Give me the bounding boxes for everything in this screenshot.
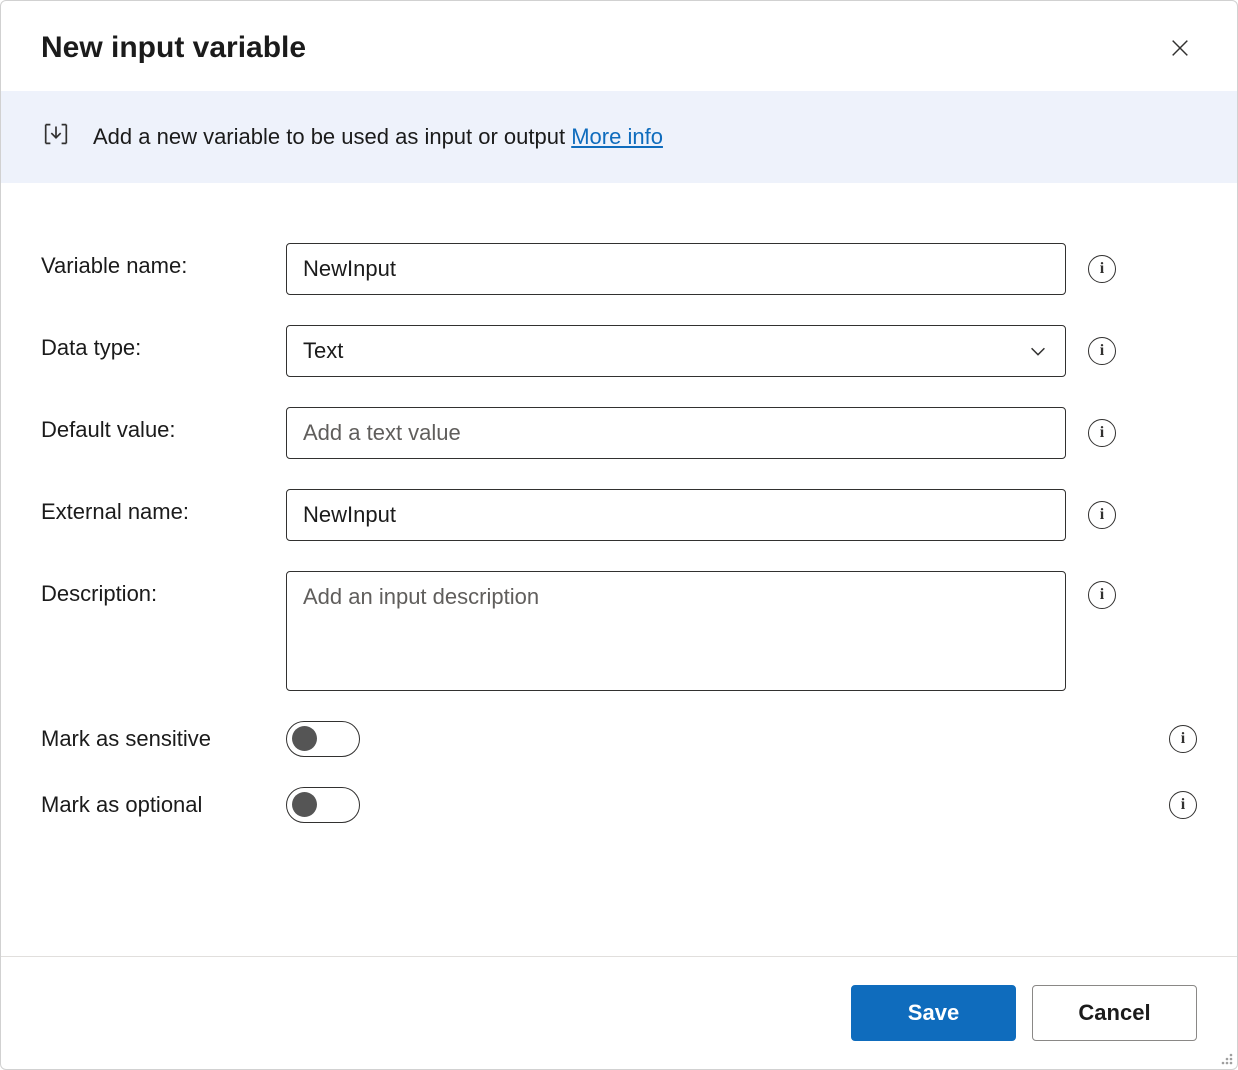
variable-name-input[interactable] [286, 243, 1066, 295]
info-icon[interactable]: i [1088, 337, 1116, 365]
new-input-variable-dialog: New input variable Add a new variable to… [0, 0, 1238, 1070]
external-name-input[interactable] [286, 489, 1066, 541]
input-variable-icon [41, 119, 71, 155]
row-variable-name: Variable name: i [41, 243, 1197, 295]
label-mark-sensitive: Mark as sensitive [41, 726, 286, 752]
info-icon[interactable]: i [1169, 725, 1197, 753]
row-external-name: External name: i [41, 489, 1197, 541]
banner-text-content: Add a new variable to be used as input o… [93, 124, 571, 149]
info-banner: Add a new variable to be used as input o… [1, 91, 1237, 183]
info-icon[interactable]: i [1088, 419, 1116, 447]
row-mark-optional: Mark as optional i [41, 787, 1197, 823]
label-default-value: Default value: [41, 407, 286, 443]
label-variable-name: Variable name: [41, 243, 286, 279]
info-icon[interactable]: i [1088, 581, 1116, 609]
more-info-link[interactable]: More info [571, 124, 663, 149]
mark-sensitive-toggle[interactable] [286, 721, 360, 757]
banner-text: Add a new variable to be used as input o… [93, 124, 663, 150]
data-type-value: Text [303, 338, 343, 364]
info-icon[interactable]: i [1088, 255, 1116, 283]
default-value-input[interactable] [286, 407, 1066, 459]
label-description: Description: [41, 571, 286, 607]
save-button[interactable]: Save [851, 985, 1016, 1041]
row-default-value: Default value: i [41, 407, 1197, 459]
description-input[interactable] [286, 571, 1066, 691]
dialog-header: New input variable [1, 1, 1237, 91]
dialog-title: New input variable [41, 31, 306, 65]
row-description: Description: i [41, 571, 1197, 691]
close-icon [1169, 37, 1191, 59]
label-mark-optional: Mark as optional [41, 792, 286, 818]
row-mark-sensitive: Mark as sensitive i [41, 721, 1197, 757]
info-icon[interactable]: i [1088, 501, 1116, 529]
chevron-down-icon [1027, 340, 1049, 362]
cancel-button[interactable]: Cancel [1032, 985, 1197, 1041]
toggle-knob [292, 792, 317, 817]
label-external-name: External name: [41, 489, 286, 525]
info-icon[interactable]: i [1169, 791, 1197, 819]
mark-optional-toggle[interactable] [286, 787, 360, 823]
data-type-select[interactable]: Text [286, 325, 1066, 377]
toggle-knob [292, 726, 317, 751]
close-button[interactable] [1163, 31, 1197, 65]
row-data-type: Data type: Text i [41, 325, 1197, 377]
label-data-type: Data type: [41, 325, 286, 361]
dialog-footer: Save Cancel [1, 956, 1237, 1069]
resize-grip-icon[interactable] [1217, 1049, 1235, 1067]
form-area: Variable name: i Data type: Text i Defau… [1, 183, 1237, 956]
